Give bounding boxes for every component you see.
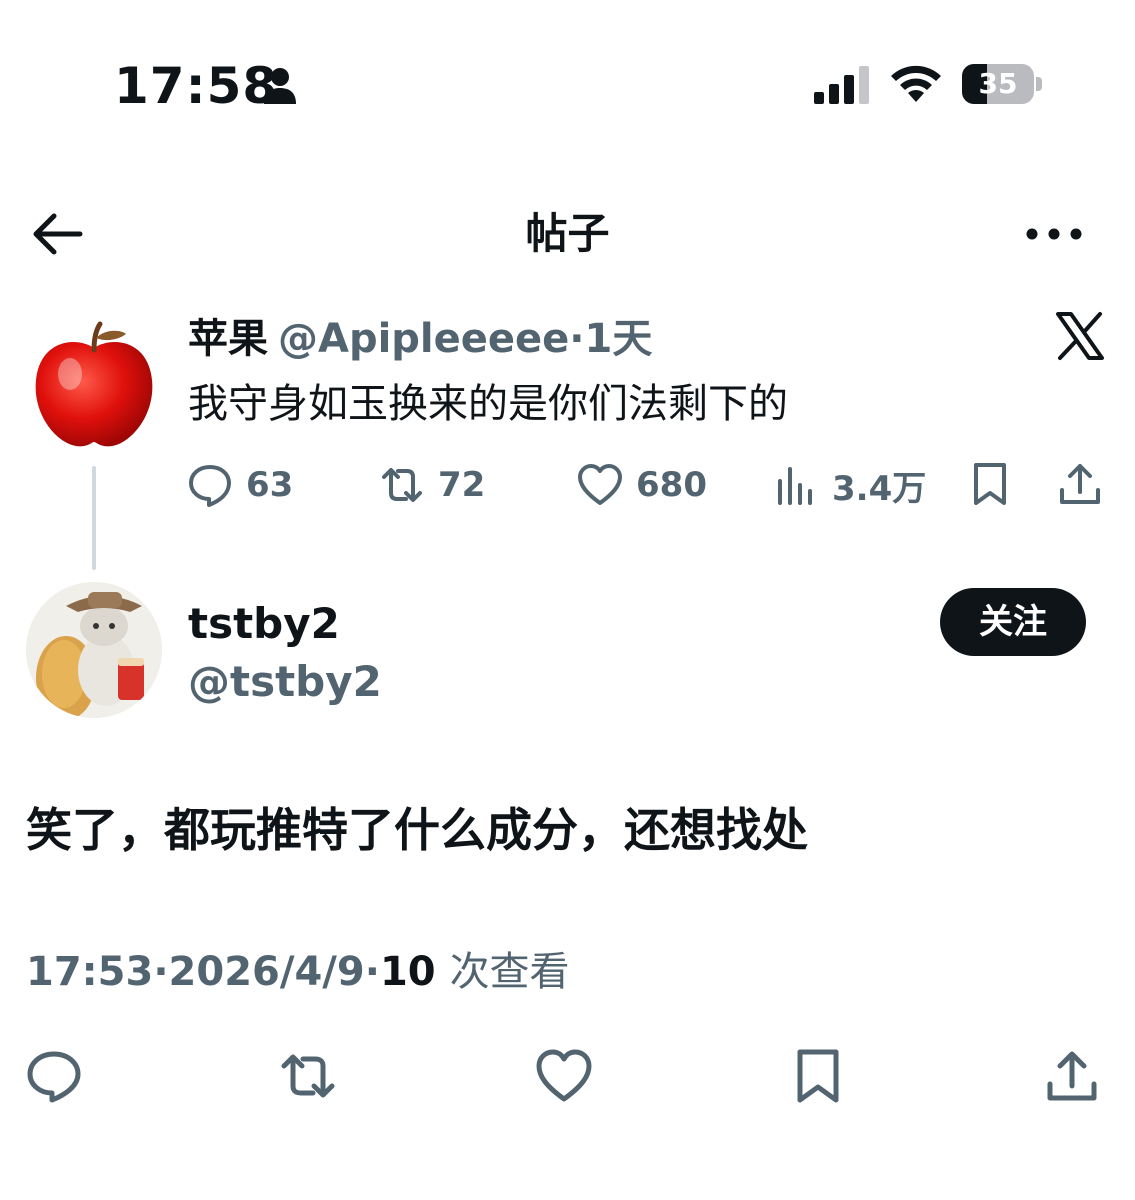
separator-dot: ·: [569, 316, 585, 362]
person-icon: [264, 68, 296, 104]
share-icon[interactable]: [1042, 1046, 1102, 1106]
page-title: 帖子: [525, 209, 610, 258]
bookmark-icon[interactable]: [966, 460, 1014, 508]
retweet-icon: [382, 468, 422, 502]
status-time: 17:58: [114, 57, 279, 115]
follow-button[interactable]: 关注: [940, 588, 1086, 656]
battery-indicator: 35: [962, 64, 1042, 104]
apple-image: [35, 321, 153, 447]
reply-views-label: 次查看: [449, 949, 570, 995]
heart-icon[interactable]: [534, 1046, 594, 1106]
reply-text: 笑了，都玩推特了什么成分，还想找处: [26, 803, 808, 857]
wifi-icon: [891, 65, 941, 102]
tweet-meta: 17:53·2026/4/9·10 次查看: [26, 944, 570, 1000]
reply-action[interactable]: 63: [186, 460, 293, 510]
retweet-action[interactable]: 72: [378, 460, 485, 510]
reply-author-name[interactable]: tstby2: [188, 596, 340, 652]
avatar-apple[interactable]: [26, 318, 162, 454]
x-logo-icon: [1056, 312, 1104, 360]
analytics-icon: [778, 467, 812, 505]
views-count: 3.4万: [832, 468, 927, 509]
cat-avatar-image: [26, 582, 162, 718]
reply-date: 2026/4/9: [168, 949, 365, 995]
like-count: 680: [636, 465, 707, 505]
share-icon[interactable]: [1056, 460, 1104, 508]
comment-icon: [189, 465, 231, 507]
cellular-signal-icon: [814, 66, 869, 104]
parent-tweet-header: 苹果 @Apipleeeee·1天: [188, 312, 652, 366]
thread-line: [92, 466, 96, 570]
meta-separator: ·: [153, 949, 169, 995]
parent-author-handle[interactable]: @Apipleeeee: [278, 316, 569, 362]
parent-tweet-text: 我守身如玉换来的是你们法剩下的: [188, 381, 788, 427]
like-action[interactable]: 680: [576, 460, 707, 510]
reply-count: 63: [246, 465, 294, 505]
reply-time: 17:53: [26, 949, 154, 995]
views-action[interactable]: 3.4万: [772, 460, 926, 510]
retweet-count: 72: [438, 465, 486, 505]
parent-tweet-time: 1天: [584, 316, 653, 362]
more-options-icon[interactable]: [1024, 218, 1084, 250]
comment-icon[interactable]: [24, 1046, 84, 1106]
battery-level: 35: [978, 67, 1018, 100]
retweet-icon[interactable]: [278, 1046, 338, 1106]
parent-author-name[interactable]: 苹果: [188, 316, 268, 362]
avatar-tstby2[interactable]: [26, 582, 162, 718]
meta-separator: ·: [364, 949, 380, 995]
heart-icon: [578, 464, 622, 505]
reply-author-handle[interactable]: @tstby2: [188, 654, 382, 710]
bookmark-icon[interactable]: [788, 1046, 848, 1106]
reply-views-count: 10: [379, 949, 436, 995]
